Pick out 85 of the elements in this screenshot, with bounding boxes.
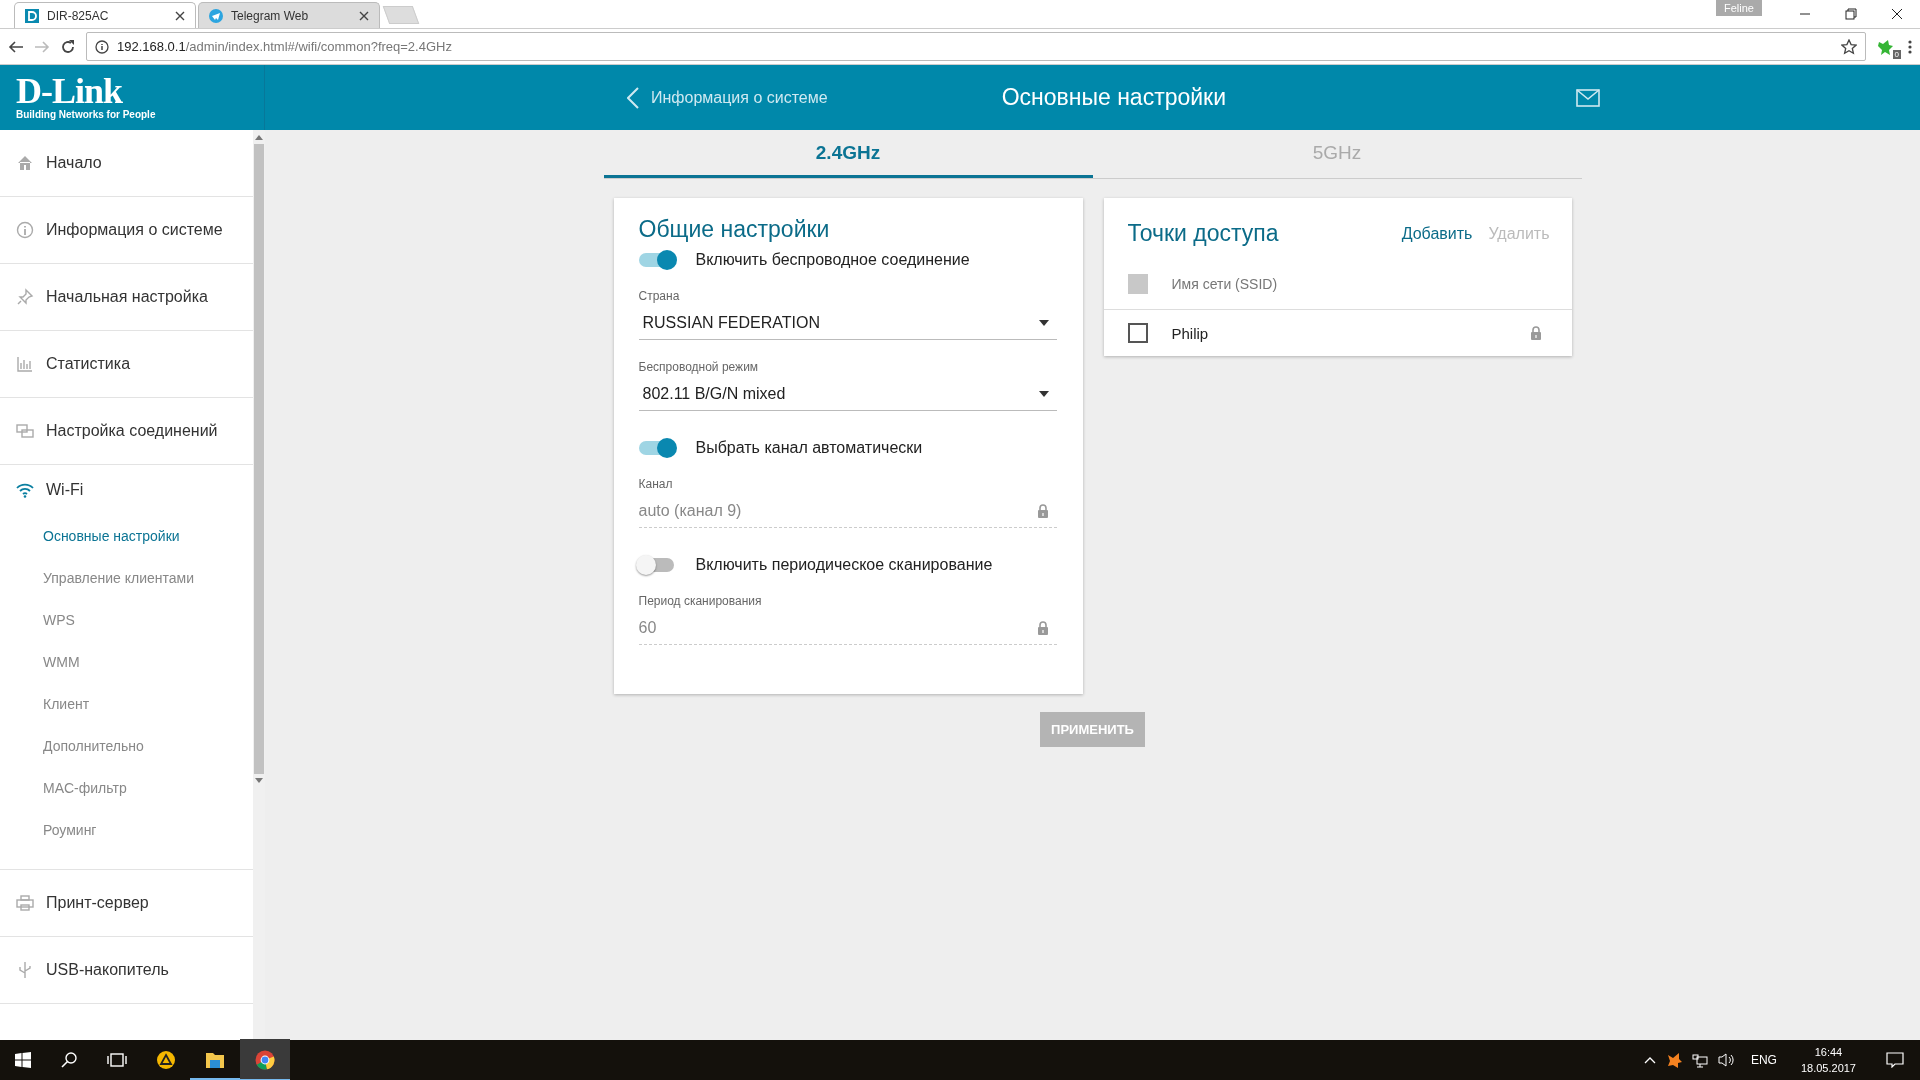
scrollbar[interactable] [253,130,265,1040]
scroll-up-icon[interactable] [255,134,263,140]
browser-tab[interactable]: DIR-825AC [14,2,196,28]
page-title: Основные настройки [1001,84,1227,111]
close-icon[interactable] [359,10,369,21]
sidebar-subitem[interactable]: Управление клиентами [0,557,253,599]
monitors-icon [16,422,34,440]
menu-icon[interactable] [1908,38,1912,55]
extension-button[interactable]: 0 [1876,35,1898,58]
speaker-icon[interactable] [1717,1052,1736,1068]
info-icon [16,221,34,239]
network-icon[interactable] [1691,1052,1708,1068]
close-icon[interactable] [1891,8,1903,20]
scrollbar-thumb[interactable] [254,144,264,774]
dropdown-caret-icon [1038,320,1049,326]
notification-icon[interactable] [1886,1052,1904,1068]
field-label: Канал [638,477,674,491]
language-indicator[interactable]: ENG [1750,1053,1777,1067]
dropdown-field[interactable]: 802.11 B/G/N mixed [638,378,1057,411]
sidebar-subitem[interactable]: Роуминг [0,809,253,851]
scroll-down-icon[interactable] [255,778,263,784]
info-icon [95,39,109,54]
antivirus-icon[interactable] [1665,1052,1682,1068]
dropdown-caret-icon [1038,391,1049,397]
field-label: Беспроводной режим [638,360,760,374]
back-link[interactable]: Информация о системе [627,86,828,109]
sidebar-item[interactable]: Начало [0,130,253,196]
sidebar-item[interactable]: Настройка соединений [0,398,253,464]
wifi-icon [16,481,34,499]
sidebar-subitem[interactable]: Клиент [0,683,253,725]
dropdown-field[interactable]: RUSSIAN FEDERATION [638,307,1057,340]
reload-icon[interactable] [60,38,76,55]
sidebar-subitem[interactable]: Основные настройки [0,515,253,557]
home-icon [16,154,34,172]
sidebar-item[interactable]: Статистика [0,331,253,397]
toggle-label: Выбрать канал автоматически [695,439,923,457]
toggle-label: Включить периодическое сканирование [695,556,993,574]
browser-icon[interactable] [240,1039,290,1080]
back-arrow-icon[interactable] [8,38,24,55]
toggle-label: Включить беспроводное соединение [695,251,970,269]
address-field[interactable]: 192.168.0.1/admin/index.html#/wifi/common?freq=2.4GHz [86,32,1866,61]
bar-chart-icon [16,355,34,373]
column-header: Имя сети (SSID) [1171,276,1278,292]
clock[interactable]: 16:44 18.05.2017 [1800,1044,1856,1076]
toggle-switch[interactable] [638,441,674,455]
sidebar-item[interactable]: Информация о системе [0,197,253,263]
sidebar-item[interactable]: Wi-Fi [0,465,253,515]
card-title: Общие настройки [638,216,831,243]
locked-field: auto (канал 9) [638,495,1057,528]
site-logo-icon [25,8,39,23]
locked-field: 60 [638,612,1057,645]
action-link[interactable]: Добавить [1401,224,1473,243]
lock-icon [1036,620,1049,636]
usb-icon [16,961,34,979]
sidebar-item[interactable]: Принт-сервер [0,870,253,936]
field-label: Страна [638,289,681,303]
star-icon[interactable] [1841,38,1857,55]
frequency-tab[interactable]: 2.4GHz [603,130,1093,178]
sidebar-subitem[interactable]: WMM [0,641,253,683]
toggle-switch[interactable] [638,253,674,267]
sidebar-subitem[interactable]: MAC-фильтр [0,767,253,809]
sidebar-subitem[interactable]: WPS [0,599,253,641]
url-text: 192.168.0.1/admin/index.html#/wifi/common?freq=2.4GHz [117,39,452,54]
forward-arrow-icon [34,38,50,55]
ssid-text: Philip [1171,324,1209,342]
printer-icon [16,894,34,912]
field-label: Период сканирования [638,594,763,608]
extension-badge: 0 [1892,49,1901,59]
browser-tab[interactable]: Telegram Web [198,2,380,28]
lock-icon [1529,325,1542,341]
toggle-switch[interactable] [638,558,674,572]
mail-icon[interactable] [1576,88,1601,107]
sidebar-item[interactable]: USB-накопитель [0,937,253,1003]
lock-icon [1036,503,1049,519]
pin-icon [16,288,34,306]
restore-icon[interactable] [1845,8,1857,20]
close-icon[interactable] [175,10,185,21]
chevron-up-icon[interactable] [1643,1056,1656,1064]
row-checkbox[interactable] [1127,323,1148,343]
extension-icon [1876,37,1894,56]
sidebar-subitem[interactable]: Дополнительно [0,725,253,767]
card-title: Точки доступа [1127,220,1279,247]
chevron-left-icon [627,86,639,109]
paper-plane-icon [209,8,223,23]
sidebar-item[interactable]: Начальная настройка [0,264,253,330]
